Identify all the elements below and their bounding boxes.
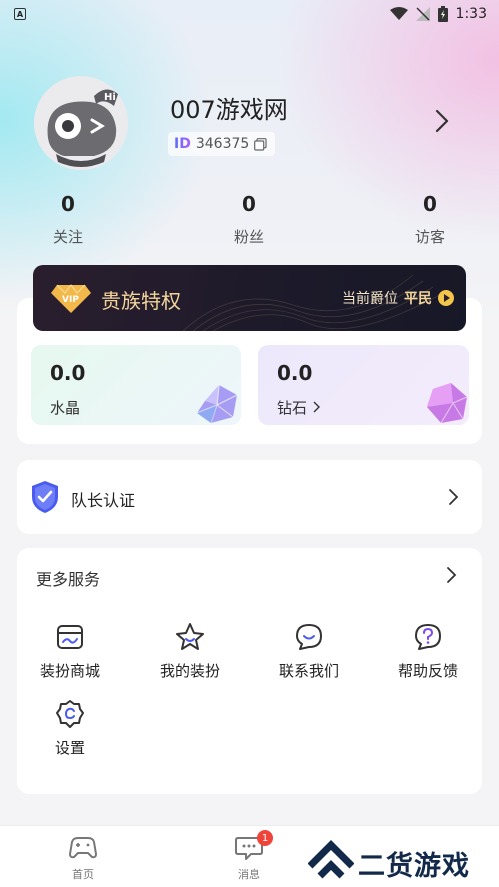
service-label: 设置 [54,739,85,757]
user-id-number: 346375 [195,136,250,152]
crystal-label: 水晶 [50,399,81,417]
stats-row: 0 关注 0 粉丝 0 访客 [0,192,499,256]
vip-rank-value: 平民 [404,291,432,307]
vip-banner[interactable]: VIP 贵族特权 当前爵位 平民 [33,265,466,331]
svg-text:Hi: Hi [104,92,116,103]
watermark: 二货游戏园 [306,838,496,886]
tab-messages[interactable]: 1 消息 [209,830,289,882]
chevron-right-icon [313,401,320,413]
star-icon [176,623,204,650]
service-label: 帮助反馈 [397,662,458,680]
captain-verification-row[interactable]: 队长认证 [17,460,482,534]
clock: 1:33 [455,6,487,22]
service-settings[interactable]: 设置 [15,699,125,758]
tab-label: 首页 [72,868,94,881]
avatar[interactable]: Hi [34,76,128,170]
captain-label: 队长认证 [71,491,136,510]
service-label: 联系我们 [278,662,339,680]
help-icon [415,624,441,650]
stat-label: 访客 [414,228,445,246]
stat-value: 0 [61,192,75,216]
watermark-text: 二货游戏园 [358,851,470,882]
no-signal-icon [415,7,430,21]
wifi-icon [389,7,408,20]
vip-rank-label: 当前爵位 [342,291,398,307]
stat-label: 关注 [52,228,83,246]
crystal-icon [196,384,238,424]
stat-visitors[interactable]: 0 访客 [390,192,470,247]
service-label: 装扮商城 [39,662,100,680]
crystal-value: 0.0 [50,361,86,385]
service-help-feedback[interactable]: 帮助反馈 [373,622,483,681]
username: 007游戏网 [170,96,288,124]
watermark-logo [308,840,354,879]
verified-shield-icon [32,481,58,513]
stat-fans[interactable]: 0 粉丝 [209,192,289,247]
copy-icon[interactable] [254,137,267,151]
play-icon [438,290,454,306]
more-services-card: 更多服务 装扮商城 我的装扮 联系我们 帮助反馈 设置 [17,548,482,794]
diamond-label-row: 钻石 [277,397,320,418]
tab-home[interactable]: 首页 [43,834,123,882]
user-id-pill[interactable]: ID 346375 [168,132,276,156]
vip-diamond-icon: VIP [51,284,91,313]
profile-section[interactable]: Hi 007游戏网 ID 346375 [0,70,499,180]
diamond-balance[interactable]: 0.0 钻石 [258,345,469,425]
vip-badge-text: VIP [62,295,79,305]
vip-title: 贵族特权 [101,289,181,313]
id-tag: ID [174,136,191,152]
unread-badge: 1 [257,830,273,846]
chevron-right-icon [449,489,459,505]
service-contact-us[interactable]: 联系我们 [254,622,364,681]
shop-icon [57,625,83,649]
keyboard-indicator-icon: A [14,8,26,20]
avatar-mascot-image: Hi [34,76,128,170]
services-title: 更多服务 [36,570,101,589]
gear-icon [56,700,84,728]
crystal-balance[interactable]: 0.0 水晶 [31,345,241,425]
service-shop[interactable]: 装扮商城 [15,622,125,681]
diamond-icon [427,383,468,424]
status-right: 1:33 [389,6,487,22]
vip-rank[interactable]: 当前爵位 平民 [342,288,454,308]
status-bar: A 1:33 [0,0,499,28]
diamond-value: 0.0 [277,361,313,385]
stat-value: 0 [242,192,256,216]
stat-value: 0 [423,192,437,216]
service-label: 我的装扮 [159,662,220,680]
battery-charging-icon [437,6,448,22]
service-my-outfits[interactable]: 我的装扮 [135,622,245,681]
tab-label: 消息 [238,868,260,881]
chat-icon [296,624,322,650]
gamepad-icon [69,837,97,859]
chevron-right-icon[interactable] [432,108,452,134]
diamond-label: 钻石 [277,399,308,417]
stat-label: 粉丝 [233,228,264,246]
chevron-right-icon[interactable] [445,566,457,584]
stat-following[interactable]: 0 关注 [28,192,108,247]
